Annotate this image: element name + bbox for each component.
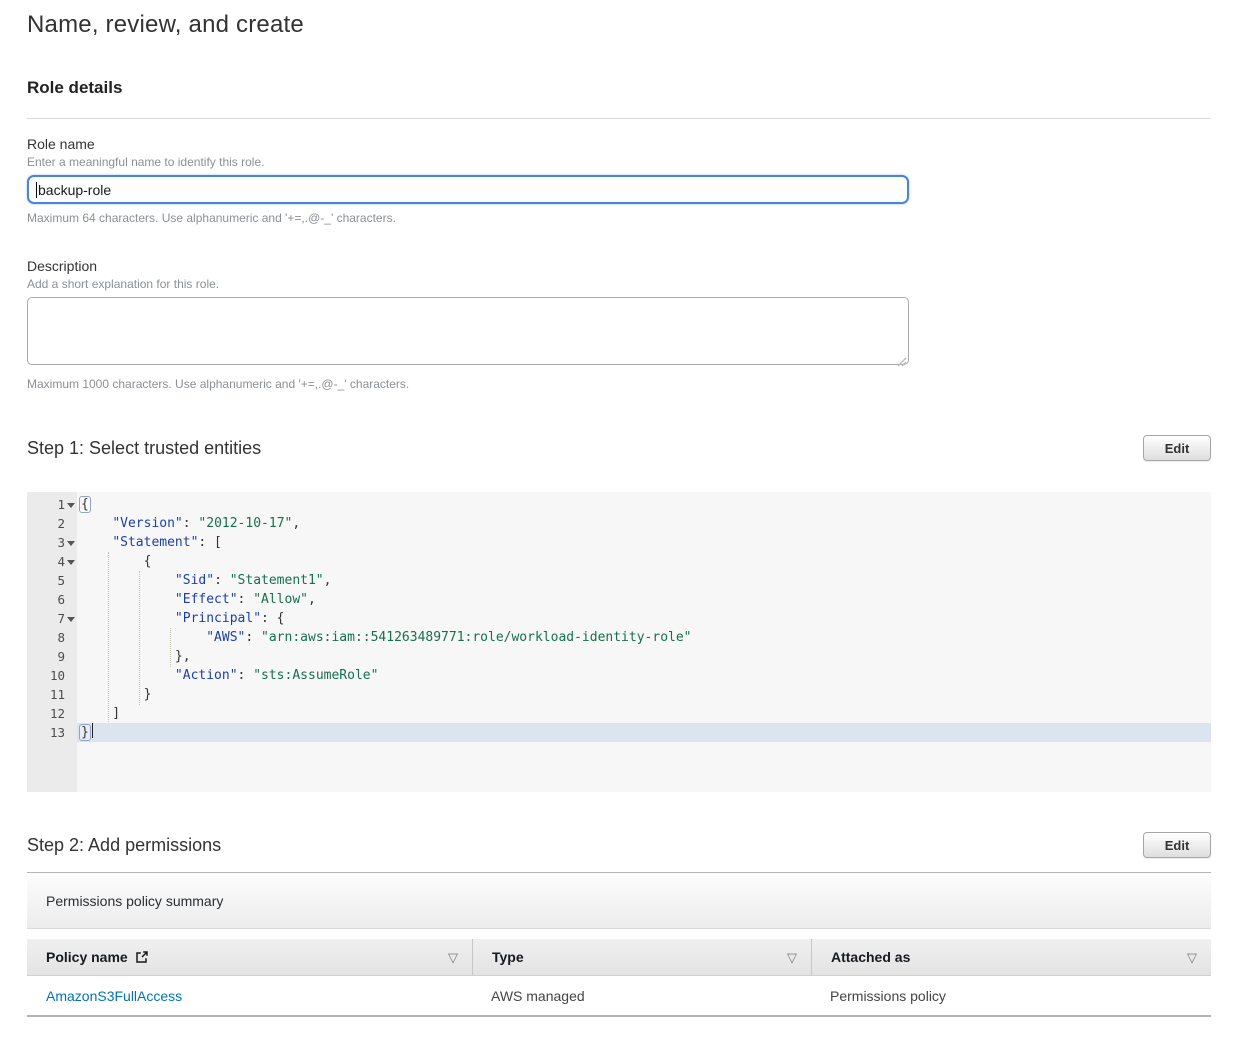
- editor-code[interactable]: { "Version": "2012-10-17", "Statement": …: [77, 492, 1211, 792]
- policy-name-link[interactable]: AmazonS3FullAccess: [46, 988, 182, 1004]
- column-header-policy-name[interactable]: Policy name ▽: [27, 939, 472, 975]
- line-number: 12: [27, 704, 77, 723]
- line-number: 7: [27, 609, 77, 628]
- line-number: 8: [27, 628, 77, 647]
- permissions-summary-panel: Permissions policy summary Policy name ▽…: [27, 872, 1211, 1017]
- filter-triangle-icon[interactable]: ▽: [448, 951, 458, 964]
- line-number: 10: [27, 666, 77, 685]
- fold-toggle-icon[interactable]: [65, 609, 77, 628]
- policy-table-header: Policy name ▽ Type ▽ Attached as ▽: [27, 939, 1211, 976]
- code-line: {: [77, 552, 1211, 571]
- permissions-panel-title: Permissions policy summary: [27, 873, 1211, 929]
- description-field: Description Add a short explanation for …: [27, 258, 1211, 391]
- line-number: 11: [27, 685, 77, 704]
- description-textarea[interactable]: [27, 297, 909, 365]
- line-number: 6: [27, 590, 77, 609]
- code-line: "Action": "sts:AssumeRole": [77, 666, 1211, 685]
- step2-heading: Step 2: Add permissions: [27, 835, 221, 856]
- filter-triangle-icon[interactable]: ▽: [787, 951, 797, 964]
- line-number: 9: [27, 647, 77, 666]
- external-link-icon: [135, 950, 149, 964]
- step1-header: Step 1: Select trusted entities Edit: [27, 435, 1211, 461]
- policy-type-cell: AWS managed: [472, 988, 811, 1004]
- code-line: "Effect": "Allow",: [77, 590, 1211, 609]
- line-number: 3: [27, 533, 77, 552]
- column-label: Attached as: [831, 949, 910, 965]
- column-header-type[interactable]: Type ▽: [472, 939, 811, 975]
- role-details-heading: Role details: [27, 78, 1211, 98]
- editor-gutter: 12345678910111213: [27, 492, 77, 792]
- code-line: {: [77, 495, 1211, 514]
- role-name-help: Enter a meaningful name to identify this…: [27, 155, 1211, 169]
- line-number: 4: [27, 552, 77, 571]
- column-header-attached-as[interactable]: Attached as ▽: [811, 939, 1211, 975]
- filter-triangle-icon[interactable]: ▽: [1187, 951, 1197, 964]
- column-label: Type: [492, 949, 524, 965]
- table-row: AmazonS3FullAccess AWS managed Permissio…: [27, 976, 1211, 1017]
- step1-heading: Step 1: Select trusted entities: [27, 438, 261, 459]
- fold-toggle-icon[interactable]: [65, 552, 77, 571]
- code-line: }: [77, 723, 1211, 742]
- description-label: Description: [27, 258, 1211, 274]
- role-name-field: Role name Enter a meaningful name to ide…: [27, 136, 1211, 225]
- code-line: "Version": "2012-10-17",: [77, 514, 1211, 533]
- line-number: 1: [27, 495, 77, 514]
- role-name-constraint: Maximum 64 characters. Use alphanumeric …: [27, 211, 1211, 225]
- fold-toggle-icon[interactable]: [65, 495, 77, 514]
- role-name-label: Role name: [27, 136, 1211, 152]
- trust-policy-editor[interactable]: 12345678910111213 { "Version": "2012-10-…: [27, 492, 1211, 792]
- resize-grip-icon[interactable]: [896, 356, 907, 367]
- column-label: Policy name: [46, 949, 128, 965]
- step1-edit-button[interactable]: Edit: [1143, 435, 1211, 461]
- fold-toggle-icon[interactable]: [65, 533, 77, 552]
- role-name-input[interactable]: [27, 175, 909, 204]
- description-help: Add a short explanation for this role.: [27, 277, 1211, 291]
- code-line: ]: [77, 704, 1211, 723]
- line-number: 5: [27, 571, 77, 590]
- text-cursor: [36, 182, 37, 198]
- code-line: "Sid": "Statement1",: [77, 571, 1211, 590]
- step2-header: Step 2: Add permissions Edit: [27, 832, 1211, 858]
- panel-spacer: [27, 929, 1211, 939]
- editor-cursor: [92, 723, 93, 738]
- code-line: "Principal": {: [77, 609, 1211, 628]
- attached-as-cell: Permissions policy: [811, 988, 1211, 1004]
- code-line: },: [77, 647, 1211, 666]
- line-number: 2: [27, 514, 77, 533]
- description-constraint: Maximum 1000 characters. Use alphanumeri…: [27, 377, 1211, 391]
- page-title: Name, review, and create: [27, 11, 1211, 39]
- section-divider: [27, 118, 1211, 119]
- page: Name, review, and create Role details Ro…: [0, 0, 1242, 1017]
- code-line: }: [77, 685, 1211, 704]
- code-line: "Statement": [: [77, 533, 1211, 552]
- step2-edit-button[interactable]: Edit: [1143, 832, 1211, 858]
- code-line: "AWS": "arn:aws:iam::541263489771:role/w…: [77, 628, 1211, 647]
- line-number: 13: [27, 723, 77, 742]
